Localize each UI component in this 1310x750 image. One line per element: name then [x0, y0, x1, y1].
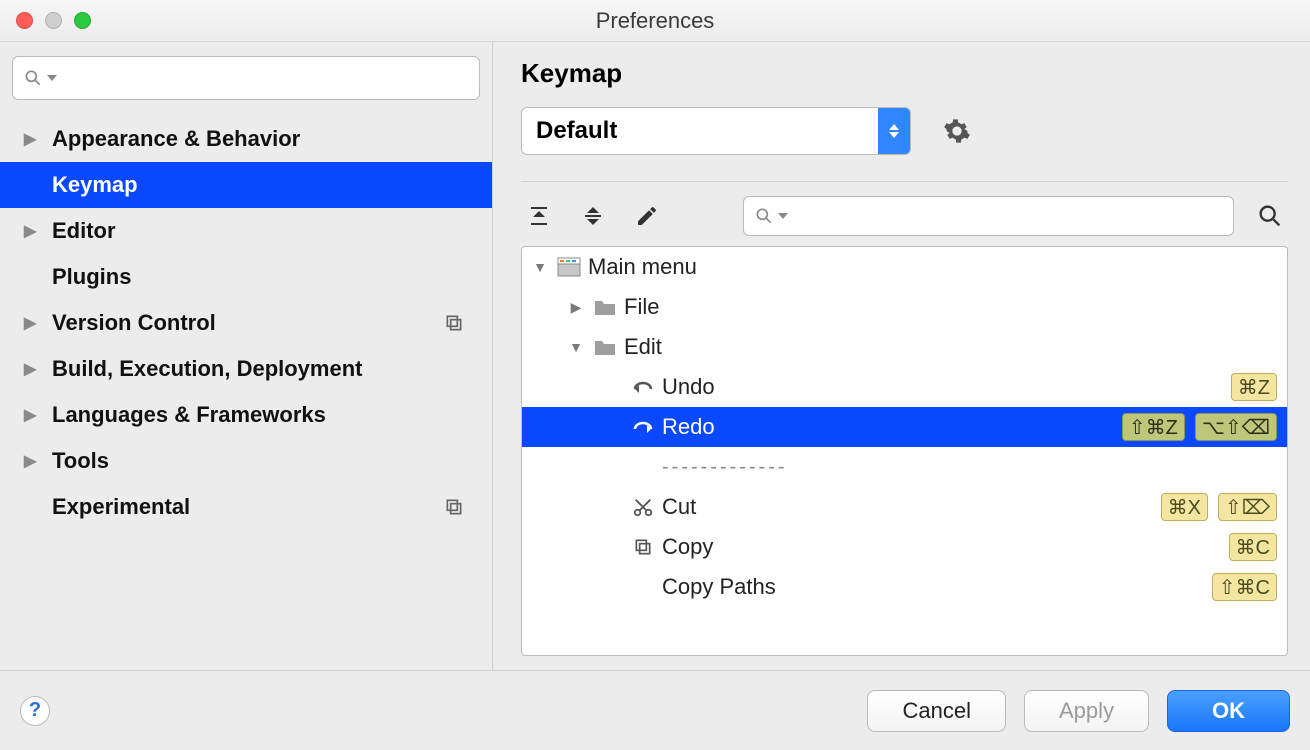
dropdown-caret-icon [878, 107, 910, 155]
sidebar-item-keymap[interactable]: Keymap [0, 162, 492, 208]
sidebar-item-build-exec-deploy[interactable]: ▶ Build, Execution, Deployment [0, 346, 492, 392]
keymap-select[interactable]: Default [521, 107, 911, 155]
tree-row-label: Copy Paths [662, 574, 1206, 600]
preferences-nav: ▶ Appearance & Behavior Keymap ▶ Editor … [0, 108, 492, 670]
edit-shortcut-button[interactable] [629, 198, 665, 234]
tree-row-redo[interactable]: Redo ⇧⌘Z ⌥⇧⌫ [522, 407, 1287, 447]
disclosure-arrow-icon: ▶ [24, 221, 44, 241]
main-menu-icon [556, 257, 582, 277]
keymap-select-value: Default [536, 117, 878, 145]
shortcut-badge: ⇧⌘Z [1122, 413, 1185, 441]
tree-row-copy[interactable]: Copy ⌘C [522, 527, 1287, 567]
collapse-all-button[interactable] [575, 198, 611, 234]
folder-icon [592, 297, 618, 317]
tree-row-label: Main menu [588, 254, 1277, 280]
content-pane: Keymap Default [493, 42, 1310, 670]
tree-row-file[interactable]: ▶ File [522, 287, 1287, 327]
cancel-button-label: Cancel [902, 698, 970, 724]
shortcut-badge: ⌘X [1161, 493, 1208, 521]
apply-button-label: Apply [1059, 698, 1114, 724]
redo-icon [630, 417, 656, 437]
ok-button-label: OK [1212, 698, 1245, 724]
apply-button[interactable]: Apply [1024, 690, 1149, 732]
minimize-window-button[interactable] [45, 12, 62, 29]
search-icon [23, 68, 43, 88]
shortcut-badge: ⇧⌦ [1218, 493, 1277, 521]
sidebar-item-label: Editor [52, 218, 492, 244]
close-window-button[interactable] [16, 12, 33, 29]
tree-row-label: Redo [662, 414, 1116, 440]
sidebar-item-tools[interactable]: ▶ Tools [0, 438, 492, 484]
cancel-button[interactable]: Cancel [867, 690, 1005, 732]
copy-icon [630, 537, 656, 557]
shortcut-badge: ⌘C [1229, 533, 1277, 561]
chevron-down-icon [778, 211, 788, 221]
shortcut-badge: ⌘Z [1231, 373, 1277, 401]
keymap-settings-button[interactable] [939, 113, 975, 149]
disclosure-arrow-icon: ▶ [24, 405, 44, 425]
search-icon [754, 206, 774, 226]
help-button[interactable]: ? [20, 696, 50, 726]
sidebar-item-label: Tools [52, 448, 492, 474]
maximize-window-button[interactable] [74, 12, 91, 29]
disclosure-arrow-icon: ▶ [24, 359, 44, 379]
find-by-shortcut-button[interactable] [1252, 198, 1288, 234]
sidebar-item-plugins[interactable]: Plugins [0, 254, 492, 300]
disclosure-arrow-icon: ▶ [24, 129, 44, 149]
copy-icon [444, 497, 464, 517]
disclosure-down-icon: ▼ [530, 259, 550, 275]
undo-icon [630, 377, 656, 397]
sidebar-item-editor[interactable]: ▶ Editor [0, 208, 492, 254]
ok-button[interactable]: OK [1167, 690, 1290, 732]
tree-row-label: Cut [662, 494, 1155, 520]
sidebar-item-label: Languages & Frameworks [52, 402, 492, 428]
titlebar: Preferences [0, 0, 1310, 42]
tree-row-label: Undo [662, 374, 1225, 400]
tree-row-label: Copy [662, 534, 1223, 560]
shortcut-badge: ⌥⇧⌫ [1195, 413, 1277, 441]
separator-label: ------------- [662, 456, 788, 479]
expand-all-button[interactable] [521, 198, 557, 234]
sidebar-item-version-control[interactable]: ▶ Version Control [0, 300, 492, 346]
page-title: Keymap [521, 58, 1288, 89]
find-shortcut-icon [1256, 202, 1284, 230]
pencil-icon [635, 204, 659, 228]
expand-all-icon [527, 204, 551, 228]
tree-row-separator: ------------- [522, 447, 1287, 487]
sidebar-item-label: Keymap [52, 172, 492, 198]
disclosure-arrow-icon: ▶ [24, 451, 44, 471]
copy-icon [444, 313, 464, 333]
tree-row-cut[interactable]: Cut ⌘X ⇧⌦ [522, 487, 1287, 527]
gear-icon [943, 117, 971, 145]
window-controls [0, 12, 91, 29]
actions-tree[interactable]: ▼ Main menu ▶ File ▼ Edit [521, 246, 1288, 656]
preferences-search-input[interactable] [12, 56, 480, 100]
tree-row-label: File [624, 294, 1277, 320]
chevron-down-icon [47, 73, 57, 83]
shortcut-badge: ⇧⌘C [1212, 573, 1277, 601]
sidebar-item-appearance[interactable]: ▶ Appearance & Behavior [0, 116, 492, 162]
tree-row-edit[interactable]: ▼ Edit [522, 327, 1287, 367]
disclosure-arrow-icon: ▶ [24, 313, 44, 333]
sidebar-item-label: Version Control [52, 310, 492, 336]
sidebar-item-label: Experimental [52, 494, 492, 520]
sidebar-item-label: Plugins [52, 264, 492, 290]
tree-row-copy-paths[interactable]: Copy Paths ⇧⌘C [522, 567, 1287, 607]
folder-icon [592, 337, 618, 357]
sidebar-item-languages-frameworks[interactable]: ▶ Languages & Frameworks [0, 392, 492, 438]
tree-row-undo[interactable]: Undo ⌘Z [522, 367, 1287, 407]
tree-row-main-menu[interactable]: ▼ Main menu [522, 247, 1287, 287]
sidebar-item-experimental[interactable]: Experimental [0, 484, 492, 530]
disclosure-down-icon: ▼ [566, 339, 586, 355]
sidebar-item-label: Appearance & Behavior [52, 126, 492, 152]
disclosure-right-icon: ▶ [566, 299, 586, 316]
cut-icon [630, 496, 656, 518]
sidebar: ▶ Appearance & Behavior Keymap ▶ Editor … [0, 42, 493, 670]
action-search-input[interactable] [743, 196, 1234, 236]
sidebar-item-label: Build, Execution, Deployment [52, 356, 492, 382]
collapse-all-icon [581, 204, 605, 228]
tree-row-label: Edit [624, 334, 1277, 360]
window-title: Preferences [0, 8, 1310, 34]
dialog-footer: ? Cancel Apply OK [0, 670, 1310, 750]
